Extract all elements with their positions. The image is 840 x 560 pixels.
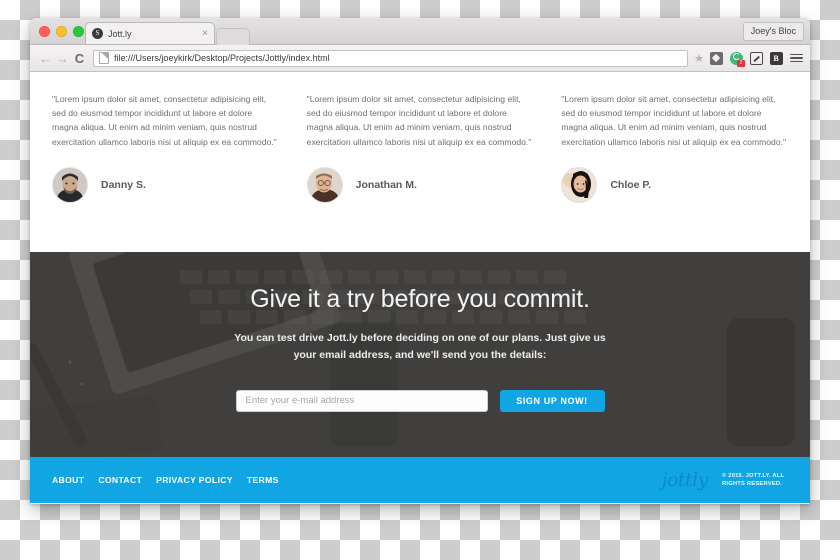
footer-brand: jottly © 2015. JOTT.LY. ALL RIGHTS RESER…	[661, 468, 788, 491]
back-icon[interactable]: ←	[37, 50, 54, 67]
reload-icon[interactable]: C	[71, 50, 88, 67]
maximize-window-button[interactable]	[73, 26, 84, 37]
testimonial-author: Danny S.	[52, 166, 279, 203]
cta-content: Give it a try before you commit. You can…	[30, 252, 810, 412]
address-bar[interactable]: file:///Users/joeykirk/Desktop/Projects/…	[93, 49, 689, 67]
close-window-button[interactable]	[39, 26, 50, 37]
browser-window: S Jott.ly × Joey's Bloc ← → C file:///Us…	[30, 18, 810, 504]
forward-icon[interactable]: →	[54, 50, 71, 67]
page-document-icon	[99, 52, 109, 64]
signup-button[interactable]: SIGN UP NOW!	[499, 389, 605, 412]
testimonial-author-name: Jonathan M.	[355, 178, 417, 191]
testimonial-author-name: Chloe P.	[610, 178, 651, 191]
testimonial-author: Chloe P.	[561, 166, 788, 203]
jottly-logo: jottly	[661, 468, 709, 491]
browser-menu-icon[interactable]	[789, 51, 803, 65]
browser-tab[interactable]: S Jott.ly ×	[85, 22, 215, 44]
testimonial-card: "Lorem ipsum dolor sit amet, consectetur…	[561, 92, 788, 252]
email-input[interactable]	[235, 389, 488, 412]
footer-link-contact[interactable]: CONTACT	[98, 475, 142, 485]
footer-link-terms[interactable]: TERMS	[247, 475, 279, 485]
tab-title: Jott.ly	[108, 28, 132, 39]
page-footer: ABOUT CONTACT PRIVACY POLICY TERMS jottl…	[30, 457, 810, 503]
testimonial-author-name: Danny S.	[101, 178, 146, 191]
testimonial-quote: "Lorem ipsum dolor sit amet, consectetur…	[306, 94, 532, 147]
bookmark-star-icon[interactable]: ★	[694, 52, 704, 65]
cta-subtitle: You can test drive Jott.ly before decidi…	[234, 332, 606, 362]
copyright-text: © 2015. JOTT.LY. ALL RIGHTS RESERVED.	[722, 472, 785, 487]
cta-title: Give it a try before you commit.	[250, 285, 590, 313]
testimonial-author: Jonathan M.	[306, 166, 534, 203]
extension-badge-count: 2	[737, 60, 745, 67]
tab-favicon-icon: S	[92, 28, 103, 39]
testimonials-section: "Lorem ipsum dolor sit amet, consectetur…	[30, 72, 810, 252]
testimonial-quote: "Lorem ipsum dolor sit amet, consectetur…	[561, 94, 787, 147]
testimonial-card: "Lorem ipsum dolor sit amet, consectetur…	[52, 92, 279, 252]
page-content: "Lorem ipsum dolor sit amet, consectetur…	[30, 72, 810, 503]
signup-form: SIGN UP NOW!	[30, 389, 810, 412]
cta-section: Give it a try before you commit. You can…	[30, 252, 810, 457]
close-tab-icon[interactable]: ×	[202, 28, 208, 39]
bold-b-extension-icon[interactable]: B	[769, 51, 783, 65]
avatar	[52, 166, 88, 203]
testimonial-quote: "Lorem ipsum dolor sit amet, consectetur…	[52, 94, 277, 147]
minimize-window-button[interactable]	[56, 26, 67, 37]
profile-chip[interactable]: Joey's Bloc	[742, 22, 804, 41]
new-tab-button[interactable]	[216, 28, 250, 45]
browser-titlebar: S Jott.ly × Joey's Bloc	[30, 18, 810, 45]
footer-link-privacy-policy[interactable]: PRIVACY POLICY	[156, 475, 233, 485]
testimonial-card: "Lorem ipsum dolor sit amet, consectetur…	[306, 92, 534, 252]
footer-links: ABOUT CONTACT PRIVACY POLICY TERMS	[52, 475, 662, 485]
url-text: file:///Users/joeykirk/Desktop/Projects/…	[114, 53, 330, 63]
extension-icons: 2 B	[709, 51, 803, 67]
green-circle-extension-icon[interactable]: 2	[729, 51, 745, 67]
browser-toolbar: ← → C file:///Users/joeykirk/Desktop/Pro…	[30, 45, 810, 72]
window-controls	[39, 26, 84, 37]
diamond-extension-icon[interactable]	[709, 51, 723, 65]
avatar	[306, 166, 343, 203]
avatar	[561, 166, 598, 203]
footer-link-about[interactable]: ABOUT	[52, 475, 84, 485]
pencil-extension-icon[interactable]	[749, 51, 763, 65]
